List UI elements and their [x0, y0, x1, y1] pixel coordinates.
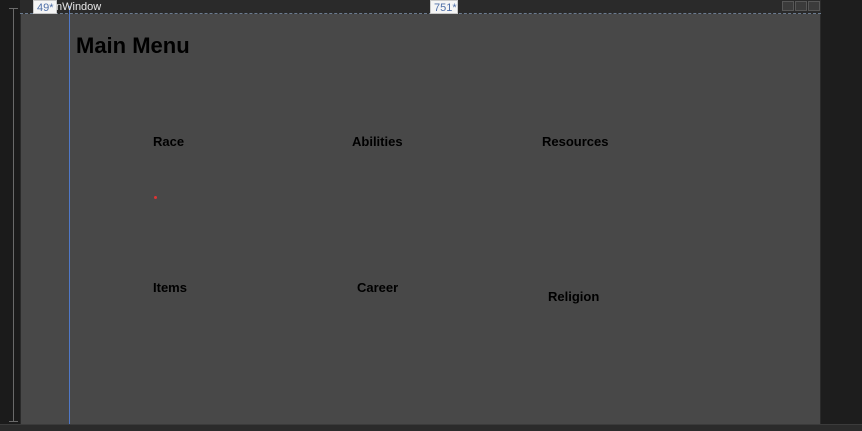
marker-dot — [154, 196, 157, 199]
close-icon[interactable] — [808, 1, 820, 11]
resources-button[interactable]: Resources — [542, 134, 608, 149]
religion-button[interactable]: Religion — [548, 289, 599, 304]
race-button[interactable]: Race — [153, 134, 184, 149]
minimize-icon[interactable] — [782, 1, 794, 11]
design-canvas — [20, 14, 821, 424]
left-gutter — [0, 0, 20, 431]
row-ruler-bottom-cap — [9, 421, 18, 422]
page-title: Main Menu — [76, 33, 190, 58]
items-button[interactable]: Items — [153, 280, 187, 295]
maximize-icon[interactable] — [795, 1, 807, 11]
window-name-label: nWindow — [56, 1, 102, 13]
bottom-strip — [0, 424, 862, 431]
row-ruler-top-cap — [9, 8, 18, 9]
window-controls — [782, 1, 820, 13]
career-button[interactable]: Career — [357, 280, 398, 295]
row-ruler — [13, 8, 14, 422]
grid-column-divider[interactable] — [69, 6, 70, 424]
designer-top-bar — [20, 0, 821, 14]
right-panel — [821, 0, 862, 431]
abilities-button[interactable]: Abilities — [352, 134, 403, 149]
column-width-marker-2[interactable]: 751* — [430, 0, 458, 14]
column-width-marker-1[interactable]: 49* — [33, 0, 57, 14]
